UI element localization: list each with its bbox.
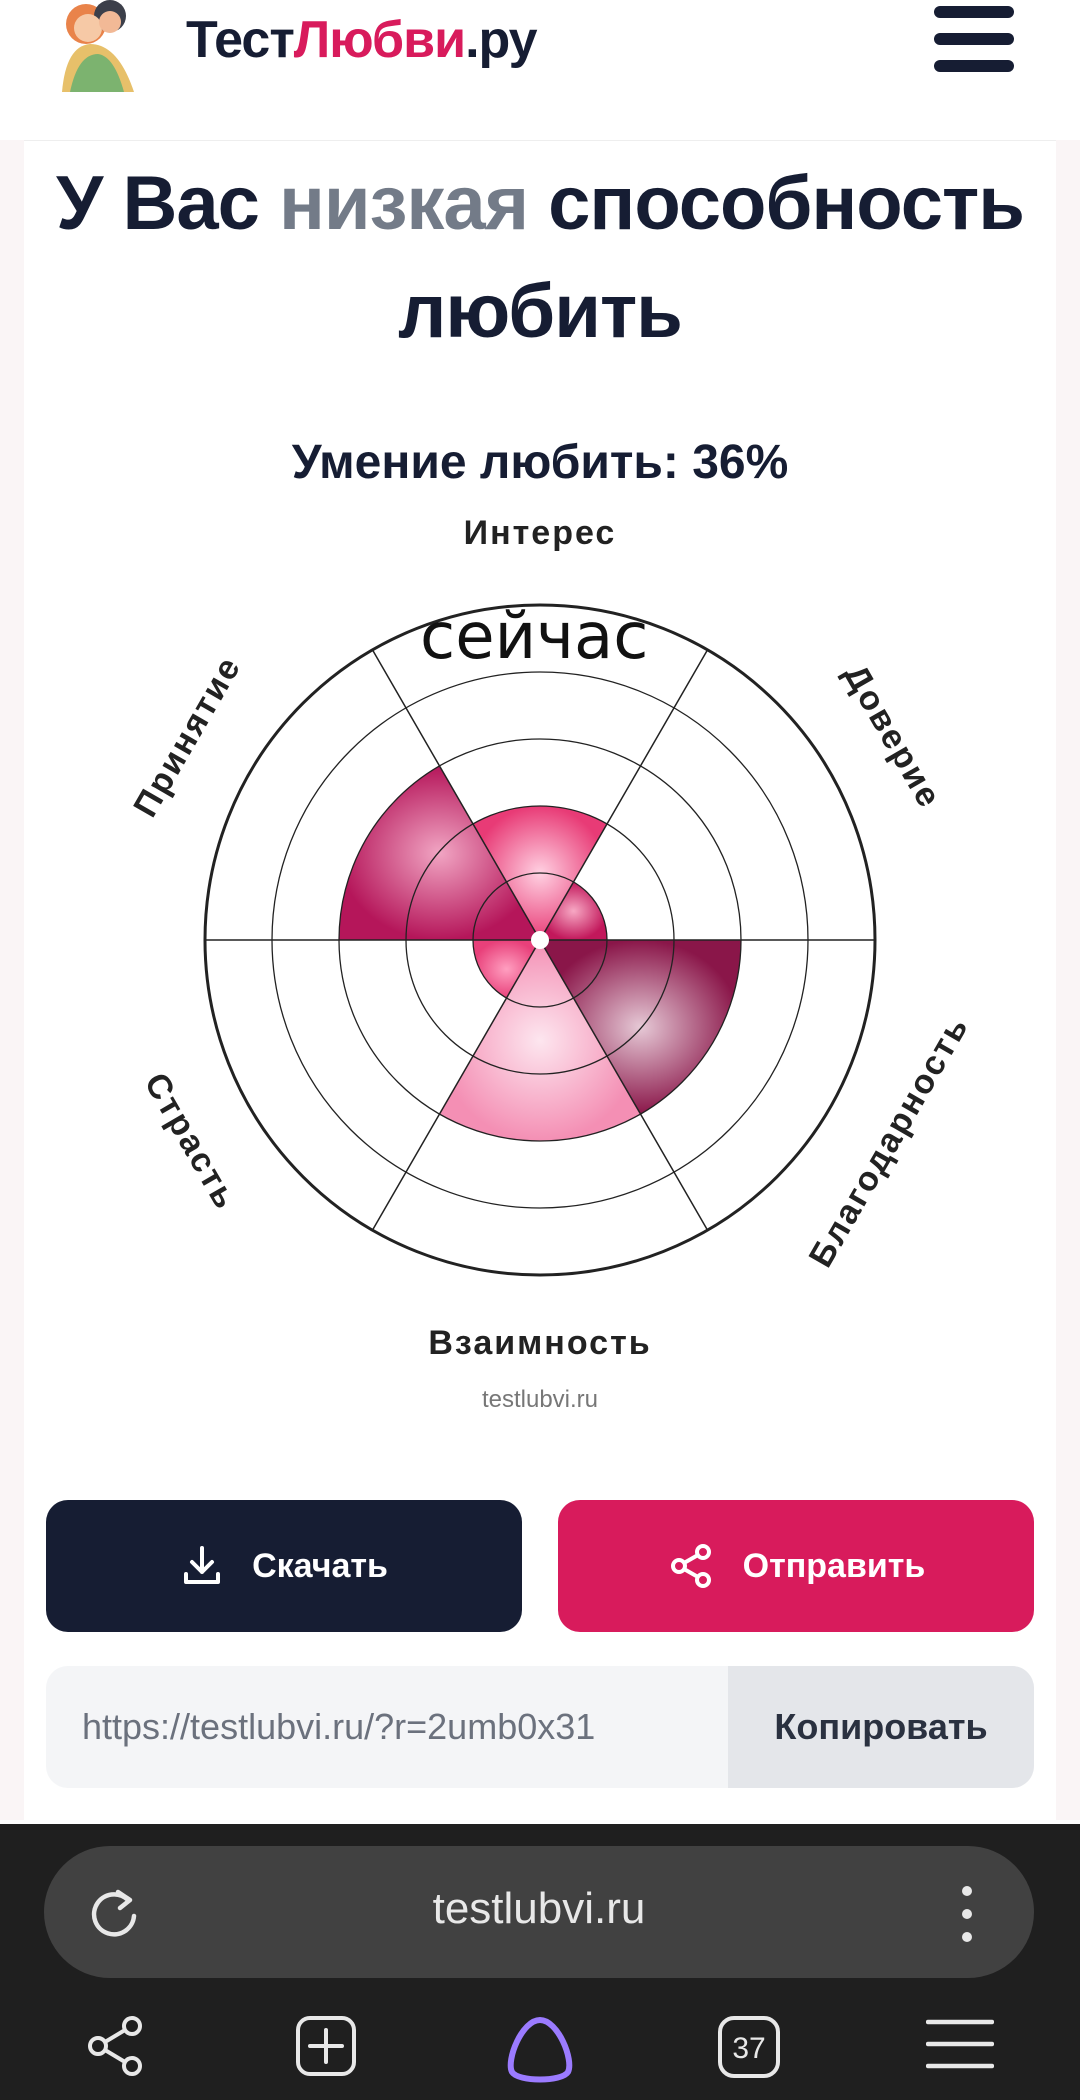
wheel-label-6: Принятие [126, 650, 248, 824]
wheel-grid [203, 603, 877, 1277]
wheel-label-3: Благодарность [802, 1009, 977, 1274]
address-text: testlubvi.ru [432, 1884, 646, 1933]
menu-icon[interactable] [934, 6, 1014, 76]
chart-watermark: testlubvi.ru [481, 1386, 599, 1413]
score-title: Умение любить: 36% [291, 436, 789, 489]
logo-text-part1: Тест [186, 11, 295, 69]
wheel-sectors [339, 765, 741, 1141]
headline-before: У Вас [56, 161, 279, 246]
share-url-field[interactable]: https://testlubvi.ru/?r=2umb0x31 [82, 1706, 595, 1748]
share-nodes-icon[interactable] [84, 2014, 148, 2078]
send-label: Отправить [742, 1546, 926, 1585]
logo-text-part2: Любви [293, 11, 466, 69]
download-label: Скачать [252, 1546, 388, 1585]
share-icon [670, 1544, 711, 1588]
site-logo[interactable]: ТестЛюбви.ру [186, 10, 538, 70]
alice-assistant-icon[interactable] [502, 2014, 578, 2084]
site-header: ТестЛюбви.ру [0, 0, 1080, 141]
download-button[interactable]: Скачать [46, 1500, 522, 1632]
headline-level: низкая [278, 161, 529, 246]
wheel-label-4: Взаимность [428, 1324, 651, 1362]
overlay-caption: сейчас [420, 600, 649, 674]
send-button[interactable]: Отправить [558, 1500, 1034, 1632]
wheel-label-5: Страсть [137, 1066, 246, 1216]
couple-logo-icon[interactable] [48, 0, 148, 94]
tabs-count: 37 [732, 2032, 765, 2065]
share-url-box: https://testlubvi.ru/?r=2umb0x31 Копиров… [46, 1666, 1034, 1788]
address-bar[interactable]: testlubvi.ru [44, 1846, 1034, 1978]
wheel-label-2: Доверие [836, 658, 949, 815]
new-tab-icon[interactable] [294, 2014, 358, 2078]
wheel-label-1: Интерес [464, 514, 617, 552]
copy-button[interactable]: Копировать [728, 1666, 1034, 1788]
logo-text-part3: .ру [465, 11, 537, 69]
browser-bottom-bar: testlubvi.ru 37 [0, 1824, 1080, 2100]
right-edge [1056, 140, 1080, 1820]
hamburger-menu-icon[interactable] [926, 2014, 994, 2074]
tabs-count-icon[interactable]: 37 [716, 2014, 782, 2080]
wheel-center [531, 931, 549, 949]
more-menu-icon[interactable] [962, 1886, 972, 1955]
download-icon [184, 1546, 221, 1584]
left-edge [0, 140, 24, 1820]
result-headline: У Вас низкая способность любить [30, 150, 1050, 366]
